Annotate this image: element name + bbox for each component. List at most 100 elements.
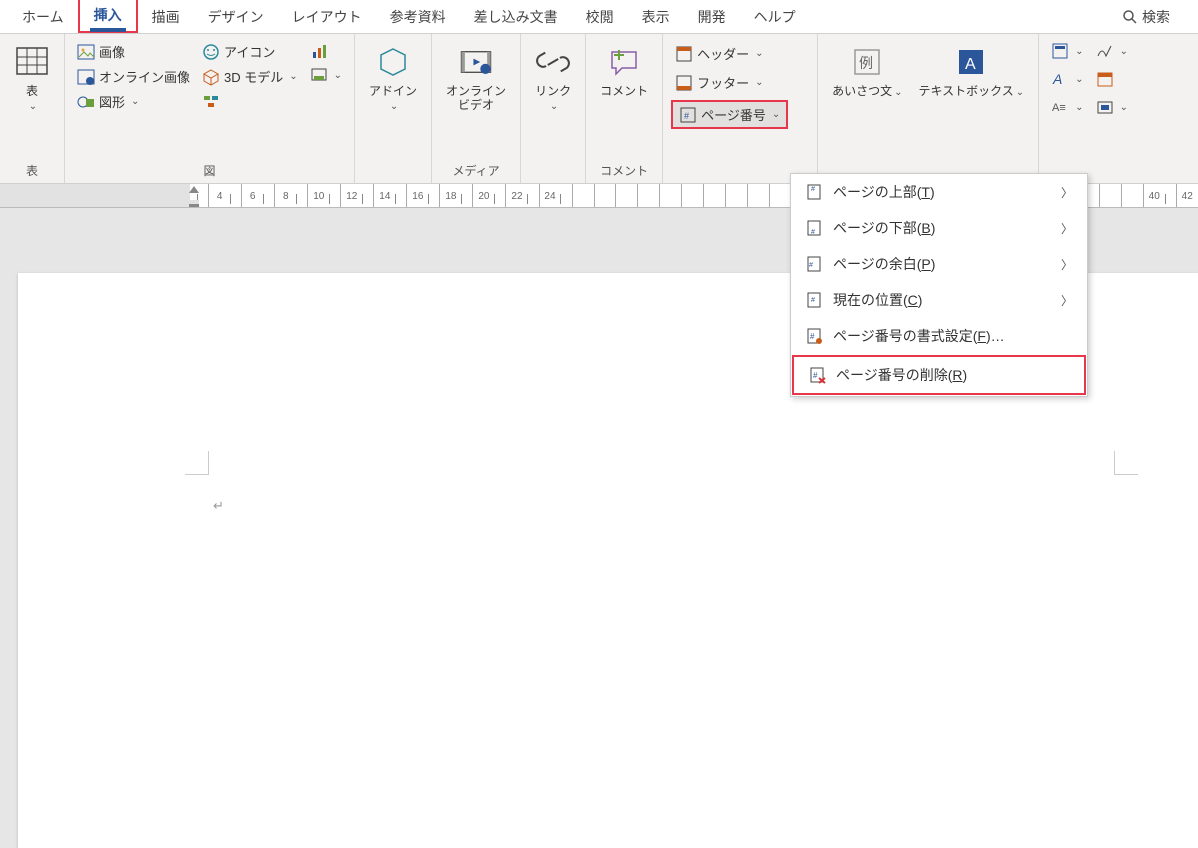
menu-page-margin[interactable]: # ページの余白(P) 〉 — [791, 246, 1087, 282]
calendar-icon — [1096, 70, 1114, 88]
svg-text:A: A — [1052, 71, 1062, 87]
group-illustrations: 画像 オンライン画像 図形⌄ アイコン 3D モデル⌄ ⌄ 図 — [65, 34, 355, 183]
link-button[interactable]: リンク⌄ — [529, 40, 577, 117]
table-label: 表⌄ — [26, 84, 38, 113]
tab-view[interactable]: 表示 — [628, 1, 684, 33]
quickparts-icon — [1051, 42, 1069, 60]
online-picture-icon — [77, 68, 95, 86]
image-button[interactable]: 画像 — [73, 40, 194, 63]
group-link: リンク⌄ — [521, 34, 586, 183]
group-comment: コメント コメント — [586, 34, 663, 183]
page-number-button[interactable]: #ページ番号⌄ — [671, 100, 788, 129]
group-text: 例 あいさつ文⌄ A テキストボックス⌄ — [818, 34, 1039, 183]
menu-page-top[interactable]: # ページの上部(T) 〉 — [791, 174, 1087, 210]
menu-page-bottom[interactable]: # ページの下部(B) 〉 — [791, 210, 1087, 246]
cube-icon — [202, 68, 220, 86]
tab-layout[interactable]: レイアウト — [278, 1, 376, 33]
textbox-icon: A — [953, 44, 989, 80]
page-number-menu: # ページの上部(T) 〉 # ページの下部(B) 〉 # ページの余白(P) … — [790, 173, 1088, 397]
margin-guide-left — [185, 451, 209, 475]
comment-label: コメント — [600, 84, 648, 98]
online-image-button[interactable]: オンライン画像 — [73, 65, 194, 88]
chevron-down-icon: ⌄ — [131, 96, 139, 107]
tab-mailings[interactable]: 差し込み文書 — [460, 1, 572, 33]
tab-design[interactable]: デザイン — [194, 1, 278, 33]
greeting-label: あいさつ文⌄ — [832, 84, 902, 99]
chevron-down-icon: ⌄ — [772, 109, 780, 120]
table-button[interactable]: 表⌄ — [8, 40, 56, 117]
object-button[interactable]: ⌄ — [1092, 96, 1132, 118]
header-button[interactable]: ヘッダー⌄ — [671, 42, 788, 65]
object-icon — [1096, 98, 1114, 116]
tab-home[interactable]: ホーム — [8, 1, 78, 33]
online-video-label: オンライン ビデオ — [446, 84, 506, 113]
ribbon-tabs: ホーム 挿入 描画 デザイン レイアウト 参考資料 差し込み文書 校閲 表示 開… — [0, 0, 1198, 34]
wordart-button[interactable]: A⌄ — [1047, 68, 1087, 90]
chevron-right-icon: 〉 — [1061, 184, 1073, 201]
chevron-down-icon: ⌄ — [550, 101, 558, 112]
tab-draw[interactable]: 描画 — [138, 1, 194, 33]
textbox-button[interactable]: A テキストボックス⌄ — [913, 40, 1031, 103]
svg-text:#: # — [810, 332, 815, 341]
signature-button[interactable]: ⌄ — [1092, 40, 1132, 62]
signature-icon — [1096, 42, 1114, 60]
smartart-icon — [202, 92, 220, 110]
indent-marker-bottom[interactable] — [189, 200, 199, 207]
datetime-button[interactable] — [1092, 68, 1132, 90]
menu-current-position[interactable]: # 現在の位置(C) 〉 — [791, 282, 1087, 318]
indent-marker-top[interactable] — [189, 186, 199, 193]
screenshot-button[interactable]: ⌄ — [306, 64, 346, 86]
currentpos-icon: # — [805, 291, 823, 309]
header-icon — [675, 45, 693, 63]
addins-label: アドイン⌄ — [369, 84, 417, 113]
group-media: オンライン ビデオ メディア — [432, 34, 521, 183]
menu-format-pagenum[interactable]: # ページ番号の書式設定(F)… — [791, 318, 1087, 354]
greeting-button[interactable]: 例 あいさつ文⌄ — [826, 40, 908, 103]
textbox-label: テキストボックス⌄ — [919, 84, 1025, 99]
svg-text:#: # — [813, 371, 818, 380]
shapes-icon — [77, 93, 95, 111]
shapes-button[interactable]: 図形⌄ — [73, 90, 194, 113]
tab-help[interactable]: ヘルプ — [740, 1, 810, 33]
smartart-button[interactable] — [198, 90, 302, 112]
chart-button[interactable] — [306, 40, 346, 62]
svg-text:#: # — [684, 111, 689, 121]
menu-remove-pagenum[interactable]: # ページ番号の削除(R) — [792, 355, 1086, 395]
wordart-icon: A — [1051, 70, 1069, 88]
comment-button[interactable]: コメント — [594, 40, 654, 102]
video-icon — [458, 44, 494, 80]
group-illustrations-label: 図 — [73, 158, 346, 179]
online-video-button[interactable]: オンライン ビデオ — [440, 40, 512, 117]
addins-button[interactable]: アドイン⌄ — [363, 40, 423, 117]
3d-model-button[interactable]: 3D モデル⌄ — [198, 65, 302, 88]
svg-text:例: 例 — [859, 55, 873, 71]
addin-icon — [375, 44, 411, 80]
tab-references[interactable]: 参考資料 — [376, 1, 460, 33]
pagemargin-icon: # — [805, 255, 823, 273]
svg-text:#: # — [811, 229, 815, 236]
search-label: 検索 — [1142, 7, 1170, 27]
ribbon: 表⌄ 表 画像 オンライン画像 図形⌄ アイコン 3D モデル⌄ ⌄ 図 — [0, 34, 1198, 184]
tab-search[interactable]: 検索 — [1108, 1, 1190, 33]
footer-icon — [675, 74, 693, 92]
chart-icon — [310, 42, 328, 60]
icons-button[interactable]: アイコン — [198, 40, 302, 63]
format-icon: # — [805, 327, 823, 345]
tab-review[interactable]: 校閲 — [572, 1, 628, 33]
footer-button[interactable]: フッター⌄ — [671, 71, 788, 94]
group-table: 表⌄ 表 — [0, 34, 65, 183]
group-table-label: 表 — [8, 158, 56, 179]
quickparts-button[interactable]: ⌄ — [1047, 40, 1087, 62]
chevron-right-icon: 〉 — [1061, 220, 1073, 237]
screenshot-icon — [310, 66, 328, 84]
group-addins: アドイン⌄ — [355, 34, 432, 183]
chevron-down-icon: ⌄ — [29, 101, 37, 112]
tab-developer[interactable]: 開発 — [684, 1, 740, 33]
dropcap-button[interactable]: A≡⌄ — [1047, 96, 1087, 118]
chevron-down-icon: ⌄ — [289, 71, 297, 82]
link-label: リンク⌄ — [535, 84, 571, 113]
chevron-right-icon: 〉 — [1061, 256, 1073, 273]
remove-icon: # — [808, 366, 826, 384]
tab-insert[interactable]: 挿入 — [78, 0, 138, 33]
margin-guide-right — [1114, 451, 1138, 475]
